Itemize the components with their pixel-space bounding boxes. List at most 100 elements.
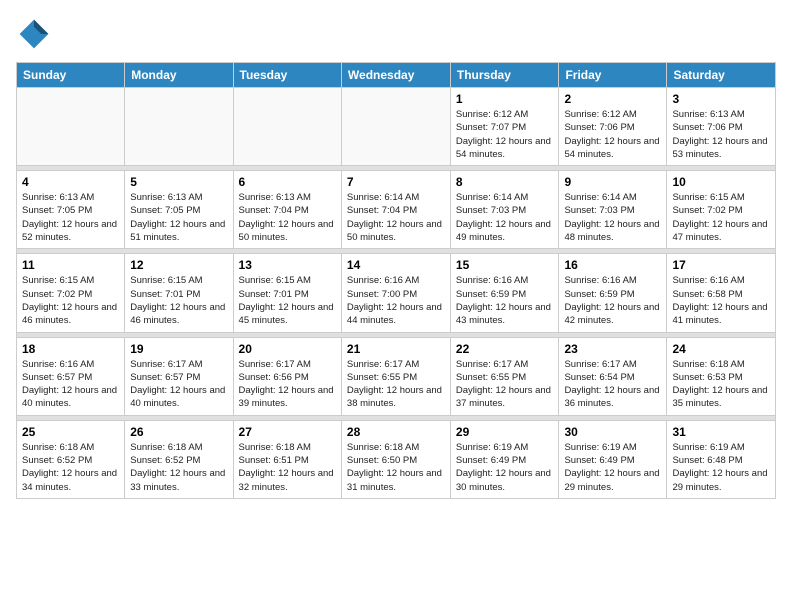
day-number: 26: [130, 425, 227, 439]
calendar-cell: 20 Sunrise: 6:17 AMSunset: 6:56 PMDayligh…: [233, 337, 341, 415]
day-number: 27: [239, 425, 336, 439]
day-number: 31: [672, 425, 770, 439]
calendar-cell: 23 Sunrise: 6:17 AMSunset: 6:54 PMDayligh…: [559, 337, 667, 415]
calendar-cell: 3Sunrise: 6:13 AMSunset: 7:06 PMDaylight…: [667, 88, 776, 166]
day-info: Sunrise: 6:16 AMSunset: 6:59 PMDaylight:…: [456, 274, 554, 327]
day-number: 23: [564, 342, 661, 356]
day-number: 25: [22, 425, 119, 439]
day-number: 24: [672, 342, 770, 356]
calendar-cell: 13 Sunrise: 6:15 AMSunset: 7:01 PMDayligh…: [233, 254, 341, 332]
day-info: Sunrise: 6:17 AMSunset: 6:55 PMDaylight:…: [456, 358, 554, 411]
calendar-week-row: 4 Sunrise: 6:13 AMSunset: 7:05 PMDaylight…: [17, 171, 776, 249]
calendar-cell: 7 Sunrise: 6:14 AMSunset: 7:04 PMDaylight…: [341, 171, 450, 249]
day-info: Sunrise: 6:17 AMSunset: 6:56 PMDaylight:…: [239, 358, 336, 411]
calendar-cell: [341, 88, 450, 166]
day-number: 17: [672, 258, 770, 272]
weekday-header-tuesday: Tuesday: [233, 63, 341, 88]
calendar-week-row: 18Sunrise: 6:16 AMSunset: 6:57 PMDayligh…: [17, 337, 776, 415]
day-info: Sunrise: 6:17 AMSunset: 6:57 PMDaylight:…: [130, 358, 227, 411]
calendar-cell: 6 Sunrise: 6:13 AMSunset: 7:04 PMDaylight…: [233, 171, 341, 249]
calendar-cell: [233, 88, 341, 166]
calendar-cell: 19Sunrise: 6:17 AMSunset: 6:57 PMDayligh…: [125, 337, 233, 415]
day-info: Sunrise: 6:17 AMSunset: 6:55 PMDaylight:…: [347, 358, 445, 411]
day-info: Sunrise: 6:18 AMSunset: 6:51 PMDaylight:…: [239, 441, 336, 494]
day-info: Sunrise: 6:18 AMSunset: 6:52 PMDaylight:…: [130, 441, 227, 494]
day-info: Sunrise: 6:19 AMSunset: 6:48 PMDaylight:…: [672, 441, 770, 494]
calendar-cell: 24 Sunrise: 6:18 AMSunset: 6:53 PMDayligh…: [667, 337, 776, 415]
calendar-cell: 11 Sunrise: 6:15 AMSunset: 7:02 PMDayligh…: [17, 254, 125, 332]
day-info: Sunrise: 6:18 AMSunset: 6:52 PMDaylight:…: [22, 441, 119, 494]
logo: [16, 16, 56, 52]
calendar-cell: 5 Sunrise: 6:13 AMSunset: 7:05 PMDaylight…: [125, 171, 233, 249]
day-info: Sunrise: 6:16 AMSunset: 6:59 PMDaylight:…: [564, 274, 661, 327]
day-info: Sunrise: 6:12 AMSunset: 7:06 PMDaylight:…: [564, 108, 661, 161]
day-number: 11: [22, 258, 119, 272]
calendar-table: SundayMondayTuesdayWednesdayThursdayFrid…: [16, 62, 776, 499]
day-info: Sunrise: 6:15 AMSunset: 7:02 PMDaylight:…: [672, 191, 770, 244]
calendar-week-row: 25 Sunrise: 6:18 AMSunset: 6:52 PMDayligh…: [17, 420, 776, 498]
day-number: 13: [239, 258, 336, 272]
day-number: 4: [22, 175, 119, 189]
calendar-cell: 10Sunrise: 6:15 AMSunset: 7:02 PMDayligh…: [667, 171, 776, 249]
weekday-header-friday: Friday: [559, 63, 667, 88]
day-info: Sunrise: 6:18 AMSunset: 6:53 PMDaylight:…: [672, 358, 770, 411]
weekday-header-thursday: Thursday: [450, 63, 559, 88]
calendar-cell: 30Sunrise: 6:19 AMSunset: 6:49 PMDayligh…: [559, 420, 667, 498]
calendar-cell: 2 Sunrise: 6:12 AMSunset: 7:06 PMDaylight…: [559, 88, 667, 166]
day-info: Sunrise: 6:12 AMSunset: 7:07 PMDaylight:…: [456, 108, 554, 161]
day-info: Sunrise: 6:13 AMSunset: 7:05 PMDaylight:…: [130, 191, 227, 244]
day-info: Sunrise: 6:13 AMSunset: 7:04 PMDaylight:…: [239, 191, 336, 244]
day-info: Sunrise: 6:16 AMSunset: 6:58 PMDaylight:…: [672, 274, 770, 327]
day-info: Sunrise: 6:14 AMSunset: 7:03 PMDaylight:…: [564, 191, 661, 244]
calendar-cell: 29 Sunrise: 6:19 AMSunset: 6:49 PMDayligh…: [450, 420, 559, 498]
day-info: Sunrise: 6:13 AMSunset: 7:06 PMDaylight:…: [672, 108, 770, 161]
logo-icon: [16, 16, 52, 52]
page-header: [16, 16, 776, 52]
day-number: 7: [347, 175, 445, 189]
day-number: 1: [456, 92, 554, 106]
day-number: 5: [130, 175, 227, 189]
calendar-cell: [17, 88, 125, 166]
day-number: 12: [130, 258, 227, 272]
calendar-cell: 16 Sunrise: 6:16 AMSunset: 6:59 PMDayligh…: [559, 254, 667, 332]
day-info: Sunrise: 6:19 AMSunset: 6:49 PMDaylight:…: [564, 441, 661, 494]
day-number: 29: [456, 425, 554, 439]
calendar-cell: 8 Sunrise: 6:14 AMSunset: 7:03 PMDaylight…: [450, 171, 559, 249]
calendar-cell: 26 Sunrise: 6:18 AMSunset: 6:52 PMDayligh…: [125, 420, 233, 498]
day-number: 14: [347, 258, 445, 272]
day-info: Sunrise: 6:14 AMSunset: 7:03 PMDaylight:…: [456, 191, 554, 244]
calendar-cell: 31 Sunrise: 6:19 AMSunset: 6:48 PMDayligh…: [667, 420, 776, 498]
calendar-cell: 9 Sunrise: 6:14 AMSunset: 7:03 PMDaylight…: [559, 171, 667, 249]
calendar-cell: 28 Sunrise: 6:18 AMSunset: 6:50 PMDayligh…: [341, 420, 450, 498]
calendar-cell: 21Sunrise: 6:17 AMSunset: 6:55 PMDayligh…: [341, 337, 450, 415]
day-number: 6: [239, 175, 336, 189]
calendar-week-row: 1 Sunrise: 6:12 AMSunset: 7:07 PMDaylight…: [17, 88, 776, 166]
day-info: Sunrise: 6:15 AMSunset: 7:01 PMDaylight:…: [239, 274, 336, 327]
calendar-cell: 25 Sunrise: 6:18 AMSunset: 6:52 PMDayligh…: [17, 420, 125, 498]
calendar-cell: 1 Sunrise: 6:12 AMSunset: 7:07 PMDaylight…: [450, 88, 559, 166]
day-info: Sunrise: 6:15 AMSunset: 7:02 PMDaylight:…: [22, 274, 119, 327]
day-number: 2: [564, 92, 661, 106]
day-number: 28: [347, 425, 445, 439]
day-info: Sunrise: 6:18 AMSunset: 6:50 PMDaylight:…: [347, 441, 445, 494]
calendar-cell: [125, 88, 233, 166]
day-number: 16: [564, 258, 661, 272]
calendar-cell: 17 Sunrise: 6:16 AMSunset: 6:58 PMDayligh…: [667, 254, 776, 332]
day-number: 8: [456, 175, 554, 189]
calendar-cell: 15 Sunrise: 6:16 AMSunset: 6:59 PMDayligh…: [450, 254, 559, 332]
day-info: Sunrise: 6:15 AMSunset: 7:01 PMDaylight:…: [130, 274, 227, 327]
day-number: 18: [22, 342, 119, 356]
calendar-cell: 14 Sunrise: 6:16 AMSunset: 7:00 PMDayligh…: [341, 254, 450, 332]
calendar-cell: 4Sunrise: 6:13 AMSunset: 7:05 PMDaylight…: [17, 171, 125, 249]
day-info: Sunrise: 6:16 AMSunset: 7:00 PMDaylight:…: [347, 274, 445, 327]
day-number: 9: [564, 175, 661, 189]
day-number: 15: [456, 258, 554, 272]
day-number: 20: [239, 342, 336, 356]
weekday-header-sunday: Sunday: [17, 63, 125, 88]
calendar-cell: 18Sunrise: 6:16 AMSunset: 6:57 PMDayligh…: [17, 337, 125, 415]
day-info: Sunrise: 6:17 AMSunset: 6:54 PMDaylight:…: [564, 358, 661, 411]
weekday-header-saturday: Saturday: [667, 63, 776, 88]
day-info: Sunrise: 6:14 AMSunset: 7:04 PMDaylight:…: [347, 191, 445, 244]
calendar-cell: 12 Sunrise: 6:15 AMSunset: 7:01 PMDayligh…: [125, 254, 233, 332]
day-info: Sunrise: 6:19 AMSunset: 6:49 PMDaylight:…: [456, 441, 554, 494]
